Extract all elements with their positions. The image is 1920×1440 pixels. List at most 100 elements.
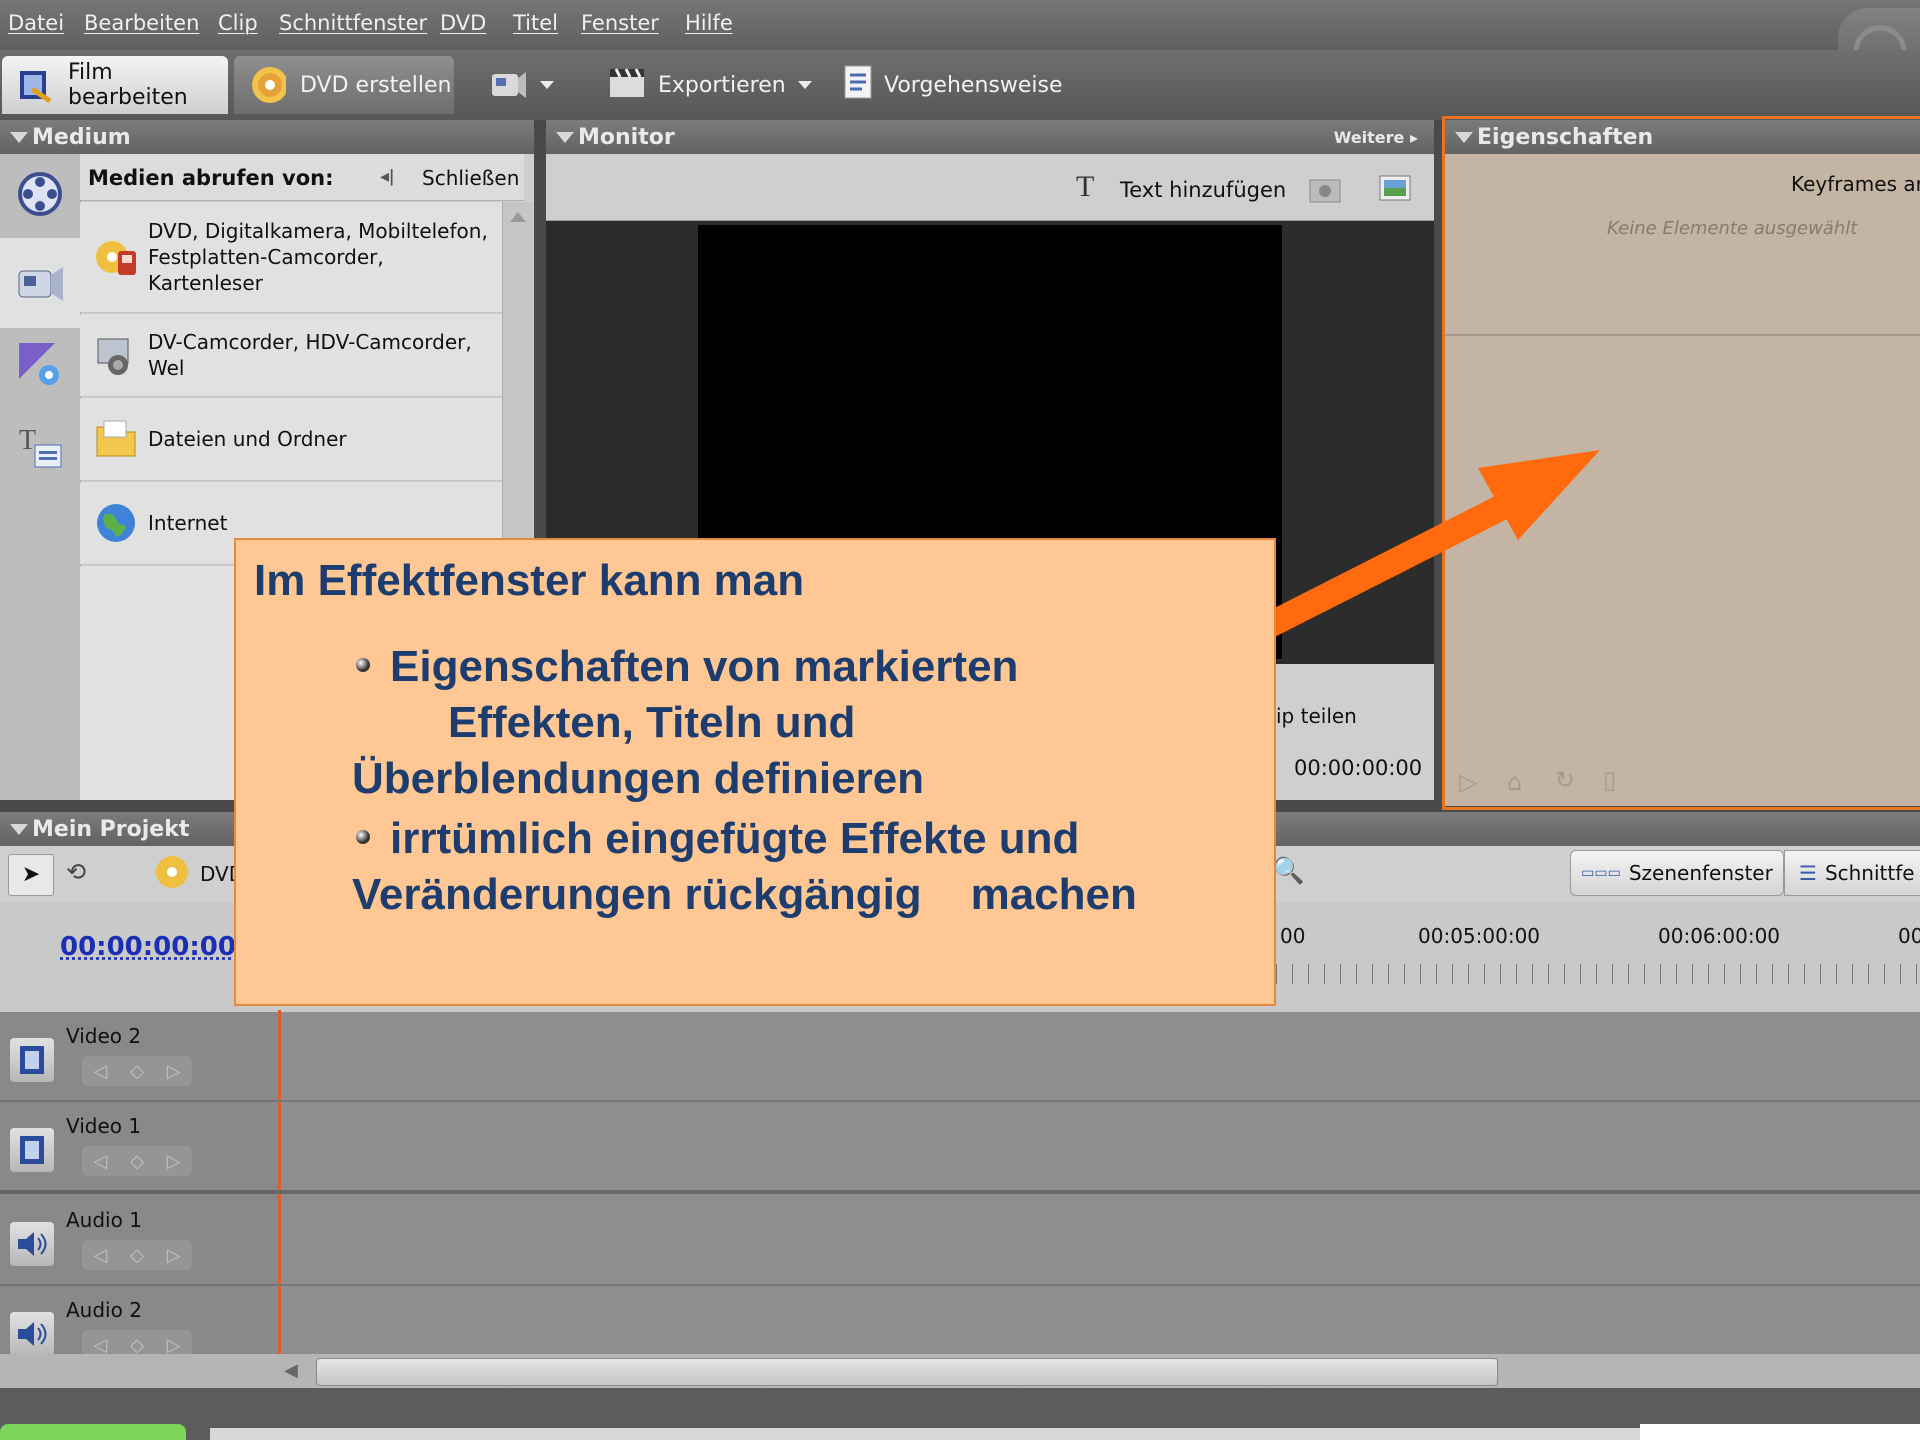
media-source-label: DVD, Digitalkamera, Mobiltelefon, Festpl… (148, 219, 488, 295)
monitor-panel-header[interactable]: Monitor Weitere ▸ (546, 120, 1434, 154)
status-area (0, 1388, 1920, 1440)
reset-icon[interactable]: ↻ (1555, 766, 1575, 794)
track-headers (0, 1012, 278, 1386)
media-source-label: DV-Camcorder, HDV-Camcorder, Wel (148, 330, 472, 380)
properties-footer: ▷ ⌂ ↻ ▯ (1445, 758, 1920, 806)
add-text-button[interactable]: Text hinzufügen (1120, 178, 1286, 202)
scrollbar-thumb[interactable] (316, 1358, 1498, 1386)
media-film-reel-icon[interactable] (10, 164, 70, 224)
selection-tool-icon[interactable]: ➤ (8, 854, 54, 896)
menu-hilfe[interactable]: Hilfe (685, 11, 733, 35)
chevron-down-icon (797, 81, 812, 89)
track-audio-1: Audio 1 ◁ ◇ ▷ (0, 1196, 1920, 1286)
callout-box: Im Effektfenster kann man Eigenschaften … (234, 538, 1276, 1006)
more-menu[interactable]: Weitere ▸ (1334, 128, 1418, 147)
ruler-label: 00:06:00:00 (1658, 924, 1781, 948)
menu-datei[interactable]: Datei (8, 11, 64, 35)
callout-bullet-2: irrtümlich eingefügte Effekte und (356, 814, 1079, 864)
current-timecode[interactable]: 00:00:00:00 (60, 932, 236, 962)
menu-bar: Datei Bearbeiten Clip Schnittfenster DVD… (0, 0, 1920, 120)
medium-panel-header[interactable]: Medium (0, 120, 534, 154)
ruler-label: 00 (1280, 924, 1306, 948)
play-effect-icon[interactable]: ▷ (1459, 768, 1477, 796)
tab-film-bearbeiten[interactable]: Film bearbeiten (2, 56, 228, 114)
menu-schnittfenster[interactable]: Schnittfenster (279, 11, 427, 35)
callout-text: Veränderungen rückgängig machen (352, 870, 1137, 919)
folder-icon (94, 417, 138, 461)
menu-fenster[interactable]: Fenster (581, 11, 659, 35)
media-source-label: Internet (148, 511, 228, 535)
monitor-timecode: 00:00:00:00 (1294, 756, 1423, 780)
no-selection-text: Keine Elemente ausgewählt (1607, 218, 1858, 239)
menu-bearbeiten[interactable]: Bearbeiten (84, 11, 199, 35)
more-label: Weitere (1333, 127, 1405, 147)
dv-camcorder-icon (94, 333, 138, 377)
capture-menu-button[interactable] (488, 62, 554, 108)
tab-dvd-erstellen[interactable]: DVD erstellen (234, 56, 454, 114)
medium-sidebar: T (0, 154, 81, 800)
callout-text: Überblendungen definieren (352, 754, 925, 803)
media-source-title: Medien abrufen von: (88, 166, 334, 190)
dvd-marker-icon[interactable] (154, 854, 190, 895)
media-source-dvd[interactable]: DVD, Digitalkamera, Mobiltelefon, Festpl… (80, 202, 502, 313)
scene-icon: ▭▭▭ (1581, 865, 1621, 881)
collapse-left-icon[interactable]: ◂ǀ (380, 166, 394, 187)
ruler-label: 00 (1898, 924, 1920, 948)
bullet-icon (356, 830, 370, 845)
monitor-title: Monitor (578, 124, 675, 150)
document-icon (842, 63, 874, 107)
collapse-triangle-icon[interactable] (10, 823, 28, 835)
close-link[interactable]: Schließen (422, 166, 519, 190)
collapse-triangle-icon[interactable] (556, 131, 574, 143)
film-edit-icon (18, 67, 54, 103)
properties-divider (1445, 334, 1920, 336)
media-camcorder-icon[interactable] (10, 252, 70, 312)
howto-button[interactable]: Vorgehensweise (842, 62, 1062, 108)
titles-icon[interactable]: T (10, 416, 70, 476)
bottom-bar (210, 1428, 1640, 1440)
collapse-triangle-icon[interactable] (1455, 131, 1473, 143)
svg-text:T: T (19, 425, 36, 456)
timeline-view-label: Schnittfe (1824, 861, 1915, 885)
medium-title: Medium (32, 124, 131, 150)
properties-panel-header[interactable]: Eigenschaften (1445, 120, 1920, 154)
tab-film-label: Film bearbeiten (68, 60, 188, 110)
callout-bullet-1: Eigenschaften von markierten (356, 642, 1018, 692)
clapperboard-icon (608, 65, 646, 105)
snapshot-icon[interactable] (1308, 176, 1342, 209)
track-video-1: Video 1 ◁ ◇ ▷ (0, 1102, 1920, 1194)
scroll-left-icon[interactable]: ◀ (284, 1360, 298, 1381)
text-tool-icon[interactable]: T (1076, 170, 1094, 204)
ruler-ticks (1276, 964, 1920, 984)
save-preset-icon[interactable]: ⌂ (1507, 768, 1522, 796)
callout-text: Effekten, Titeln und (448, 698, 856, 747)
export-button[interactable]: Exportieren (608, 62, 812, 108)
scene-view-label: Szenenfenster (1628, 861, 1773, 885)
freeze-frame-icon[interactable] (1378, 174, 1412, 209)
split-clip-button[interactable]: ip teilen (1276, 704, 1357, 728)
media-source-header: Medien abrufen von: ◂ǀ Schließen (80, 154, 524, 201)
time-stretch-tool-icon[interactable]: ⟲ (66, 858, 86, 886)
toolbar: Film bearbeiten DVD erstellen Exportiere… (0, 50, 1920, 120)
timeline-icon: ☰ (1799, 861, 1817, 885)
callout-heading: Im Effektfenster kann man (254, 556, 805, 605)
bullet-icon (356, 658, 370, 673)
media-source-dv-camcorder[interactable]: DV-Camcorder, HDV-Camcorder, Wel (80, 314, 502, 397)
zoom-icon[interactable]: 🔍 (1272, 856, 1304, 886)
scroll-up-icon[interactable] (510, 212, 526, 222)
collapse-triangle-icon[interactable] (10, 131, 28, 143)
trash-icon[interactable]: ▯ (1603, 766, 1616, 794)
menu-titel[interactable]: Titel (513, 11, 558, 35)
keyframes-toggle[interactable]: Keyframes an (1791, 172, 1920, 196)
timeline-view-button[interactable]: ☰ Schnittfe (1784, 850, 1920, 896)
scene-view-button[interactable]: ▭▭▭ Szenenfenster (1570, 850, 1784, 896)
effects-icon[interactable] (10, 334, 70, 394)
media-source-files[interactable]: Dateien und Ordner (80, 398, 502, 481)
timeline-scrollbar[interactable]: ◀ (0, 1354, 1920, 1388)
progress-indicator (0, 1424, 186, 1440)
export-label: Exportieren (658, 72, 786, 98)
project-title: Mein Projekt (32, 816, 190, 842)
menu-clip[interactable]: Clip (218, 11, 258, 35)
menu-dvd[interactable]: DVD (440, 11, 486, 35)
globe-icon (94, 501, 138, 545)
